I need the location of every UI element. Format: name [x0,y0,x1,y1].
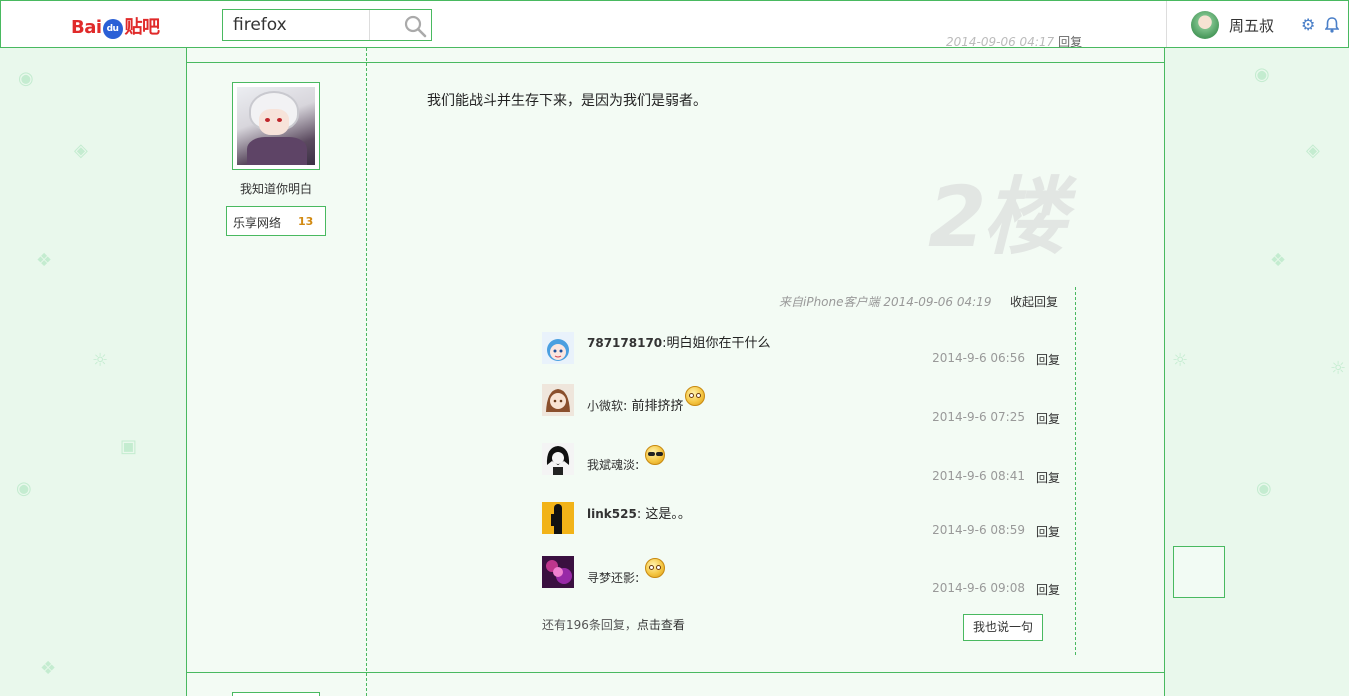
comment-avatar[interactable] [542,502,574,534]
bell-icon[interactable] [1325,17,1339,33]
comment-body: 这是。。 [645,507,691,522]
username[interactable]: 周五叔 [1229,15,1274,36]
list-item: 寻梦还影: 2014-9-6 09:08 回复 [542,556,1062,606]
more-replies-count: 还有196条回复， [542,618,637,632]
left-rail [0,48,186,696]
list-item: link525: 这是。。 2014-9-6 08:59 回复 [542,502,1062,552]
right-rail [1165,48,1349,696]
search-icon [404,15,427,38]
divider [1075,287,1076,655]
comment-reply-link[interactable]: 回复 [1036,523,1060,540]
comment-user[interactable]: 787178170 [587,336,662,350]
add-comment-button[interactable]: 我也说一句 [963,614,1043,641]
comment-reply-link[interactable]: 回复 [1036,581,1060,598]
user-menu: 周五叔 ⚙ [1166,1,1349,47]
comment-reply-link[interactable]: 回复 [1036,410,1060,427]
avatar[interactable] [1191,11,1219,39]
more-replies: 还有196条回复，点击查看 [542,616,685,633]
comment-time: 2014-9-6 09:08 [932,581,1025,595]
comment-avatar[interactable] [542,556,574,588]
comment-body: 明白姐你在干什么 [666,336,771,351]
badge-label: 乐享网络 [233,216,282,230]
view-more-link[interactable]: 点击查看 [637,618,685,632]
search-button[interactable] [369,10,431,40]
list-item: 787178170:明白姐你在干什么 2014-9-6 06:56 回复 [542,332,1062,382]
comment-time: 2014-9-6 07:25 [932,410,1025,424]
comment-text: 寻梦还影: [587,558,665,586]
top-nav-bar: Baidu贴吧 周五叔 ⚙ [0,0,1349,48]
list-item: 我斌魂淡: 2014-9-6 08:41 回复 [542,443,1062,493]
comment-user[interactable]: link525 [587,507,637,521]
comment-user[interactable]: 小微软 [587,399,623,413]
baidu-tieba-logo[interactable]: Bai du 贴吧 [71,13,160,39]
comment-reply-link[interactable]: 回复 [1036,351,1060,368]
member-level-badge[interactable]: 乐享网络 13 [226,206,326,236]
comment-time: 2014-9-6 06:56 [932,351,1025,365]
comment-avatar[interactable] [542,384,574,416]
comment-user[interactable]: 寻梦还影 [587,571,635,585]
search-input[interactable] [223,10,369,40]
comment-user[interactable]: 我斌魂淡 [587,458,635,472]
next-author-avatar[interactable] [232,692,320,696]
logo-paw-icon: du [102,19,123,39]
comment-text: link525: 这是。。 [587,507,691,522]
smile-emoji-icon [644,558,665,578]
search-box [222,9,432,41]
comment-text: 787178170:明白姐你在干什么 [587,336,771,351]
comment-avatar[interactable] [542,443,574,475]
floor-number: 2楼 [928,168,1066,266]
comment-time: 2014-9-6 08:59 [932,523,1025,537]
post-meta: 来自iPhone客户端 2014-09-06 04:19 [779,295,992,309]
comment-body: 前排挤挤 [631,399,684,414]
logo-bai-text: Bai [71,17,102,38]
sunglasses-emoji-icon [644,445,665,465]
divider [186,672,1165,673]
author-avatar[interactable] [232,82,320,170]
divider [366,48,367,696]
author-avatar-image [237,87,315,165]
comment-text: 我斌魂淡: [587,445,665,473]
comment-reply-link[interactable]: 回复 [1036,469,1060,486]
divider [186,62,1165,63]
list-item: 小微软: 前排挤挤 2014-9-6 07:25 回复 [542,384,1062,434]
comment-avatar[interactable] [542,332,574,364]
smile-emoji-icon [684,386,705,406]
gear-icon[interactable]: ⚙ [1301,17,1315,33]
previous-post-time: 2014-09-06 04:17 [946,35,1055,49]
collapse-replies-link[interactable]: 收起回复 [1010,293,1058,310]
comment-text: 小微软: 前排挤挤 [587,386,705,414]
badge-level: 13 [298,215,314,228]
previous-post-meta: 2014-09-06 04:17 回复 [946,33,1082,50]
post-content: 我们能战斗并生存下来，是因为我们是弱者。 [427,93,707,109]
author-name[interactable]: 我知道你明白 [226,180,326,197]
previous-post-reply-link[interactable]: 回复 [1058,35,1082,49]
floating-tool-box[interactable] [1173,546,1225,598]
comment-time: 2014-9-6 08:41 [932,469,1025,483]
logo-tieba-text: 贴吧 [124,17,161,38]
